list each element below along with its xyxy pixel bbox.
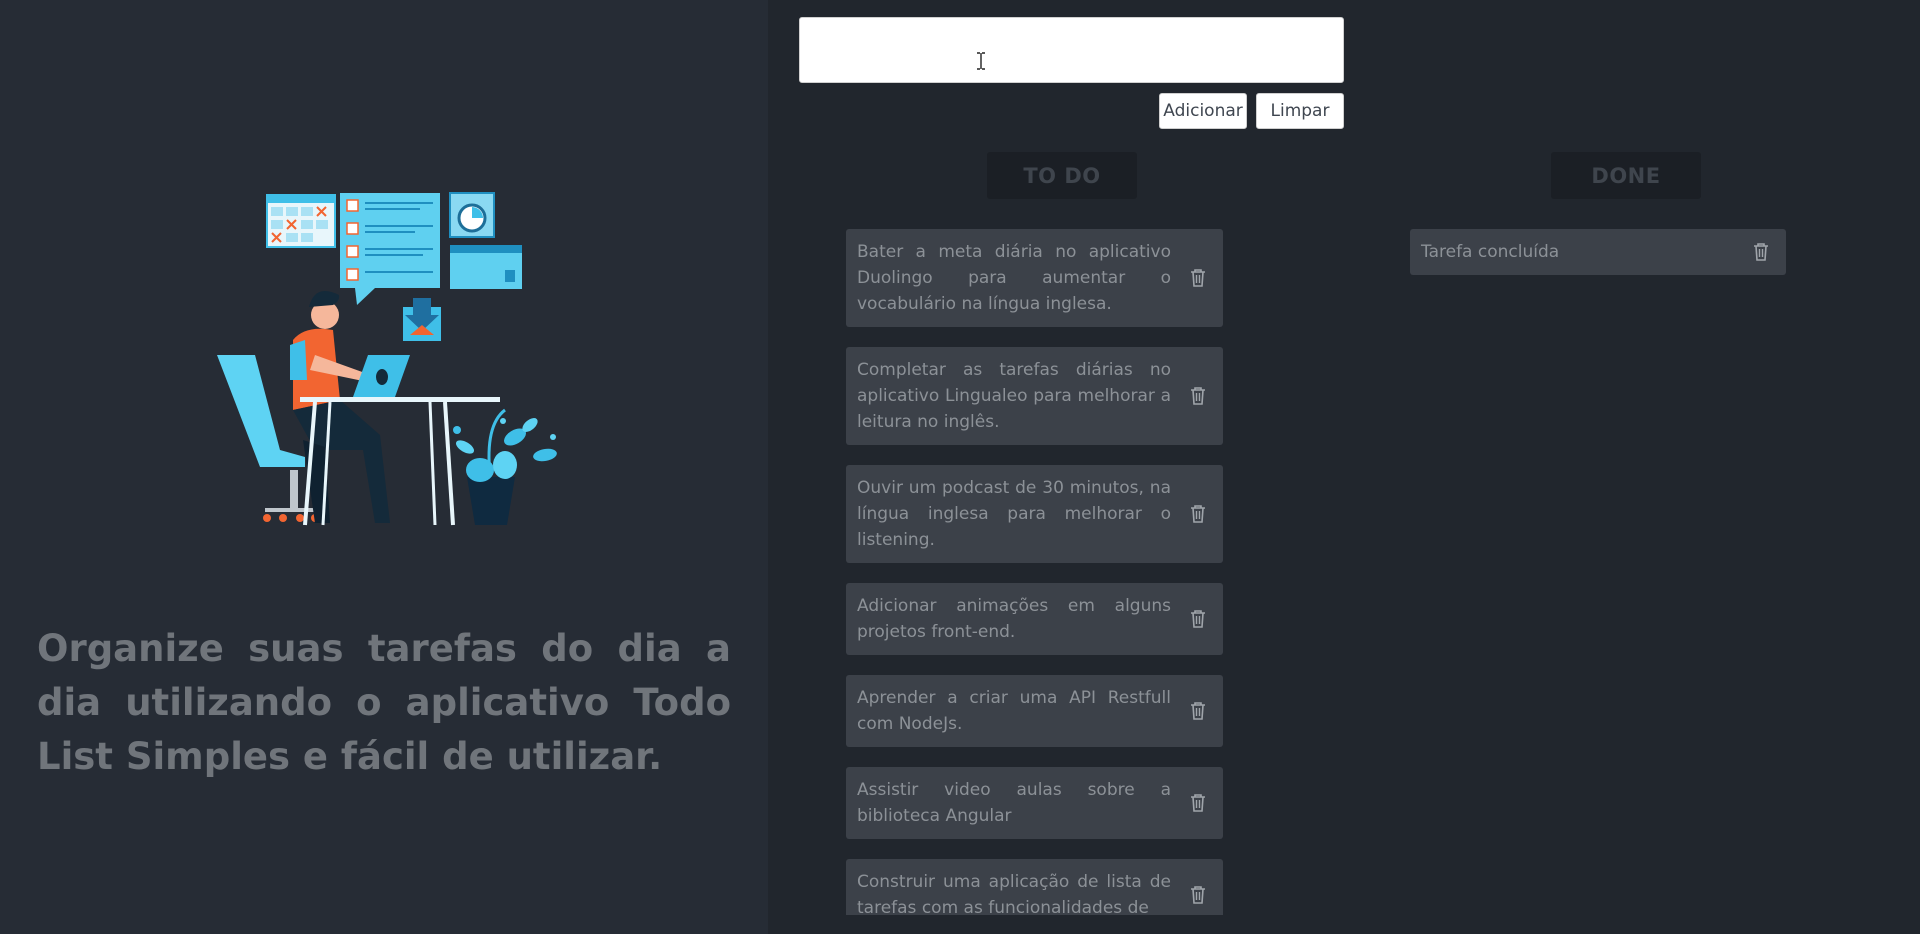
done-column-title: DONE (1551, 152, 1701, 199)
trash-icon[interactable] (1753, 242, 1769, 262)
trash-icon[interactable] (1190, 386, 1206, 406)
trash-icon[interactable] (1190, 268, 1206, 288)
todo-task-card[interactable]: Assistir video aulas sobre a biblioteca … (846, 767, 1223, 839)
task-input[interactable] (799, 17, 1344, 83)
task-text: Bater a meta diária no aplicativo Duolin… (857, 242, 1171, 314)
add-button[interactable]: Adicionar (1159, 93, 1247, 129)
task-text: Assistir video aulas sobre a biblioteca … (857, 780, 1171, 826)
todo-task-card[interactable]: Construir uma aplicação de lista de tare… (846, 859, 1223, 915)
trash-icon[interactable] (1190, 885, 1206, 905)
task-text: Tarefa concluída (1421, 242, 1560, 262)
text-cursor-icon (977, 52, 985, 70)
todo-task-card[interactable]: Aprender a criar uma API Restfull com No… (846, 675, 1223, 747)
trash-icon[interactable] (1190, 701, 1206, 721)
todo-task-card[interactable]: Completar as tarefas diárias no aplicati… (846, 347, 1223, 445)
clear-button[interactable]: Limpar (1256, 93, 1344, 129)
todo-list[interactable]: Bater a meta diária no aplicativo Duolin… (846, 229, 1223, 915)
task-text: Completar as tarefas diárias no aplicati… (857, 360, 1171, 432)
person-at-desk-illustration (217, 192, 557, 526)
task-text: Adicionar animações em alguns projetos f… (857, 596, 1171, 642)
todo-column-title: TO DO (987, 152, 1137, 199)
task-text: Aprender a criar uma API Restfull com No… (857, 688, 1171, 734)
tagline: Organize suas tarefas do dia a dia utili… (37, 627, 731, 778)
trash-icon[interactable] (1190, 793, 1206, 813)
done-task-card[interactable]: Tarefa concluída (1410, 229, 1786, 275)
trash-icon[interactable] (1190, 609, 1206, 629)
todo-task-card[interactable]: Bater a meta diária no aplicativo Duolin… (846, 229, 1223, 327)
trash-icon[interactable] (1190, 504, 1206, 524)
done-list[interactable]: Tarefa concluída (1410, 229, 1786, 295)
task-text: Ouvir um podcast de 30 minutos, na língu… (857, 478, 1171, 550)
task-text: Construir uma aplicação de lista de tare… (857, 872, 1171, 915)
todo-task-card[interactable]: Ouvir um podcast de 30 minutos, na língu… (846, 465, 1223, 563)
todo-task-card[interactable]: Adicionar animações em alguns projetos f… (846, 583, 1223, 655)
left-panel: Organize suas tarefas do dia a dia utili… (0, 0, 768, 934)
